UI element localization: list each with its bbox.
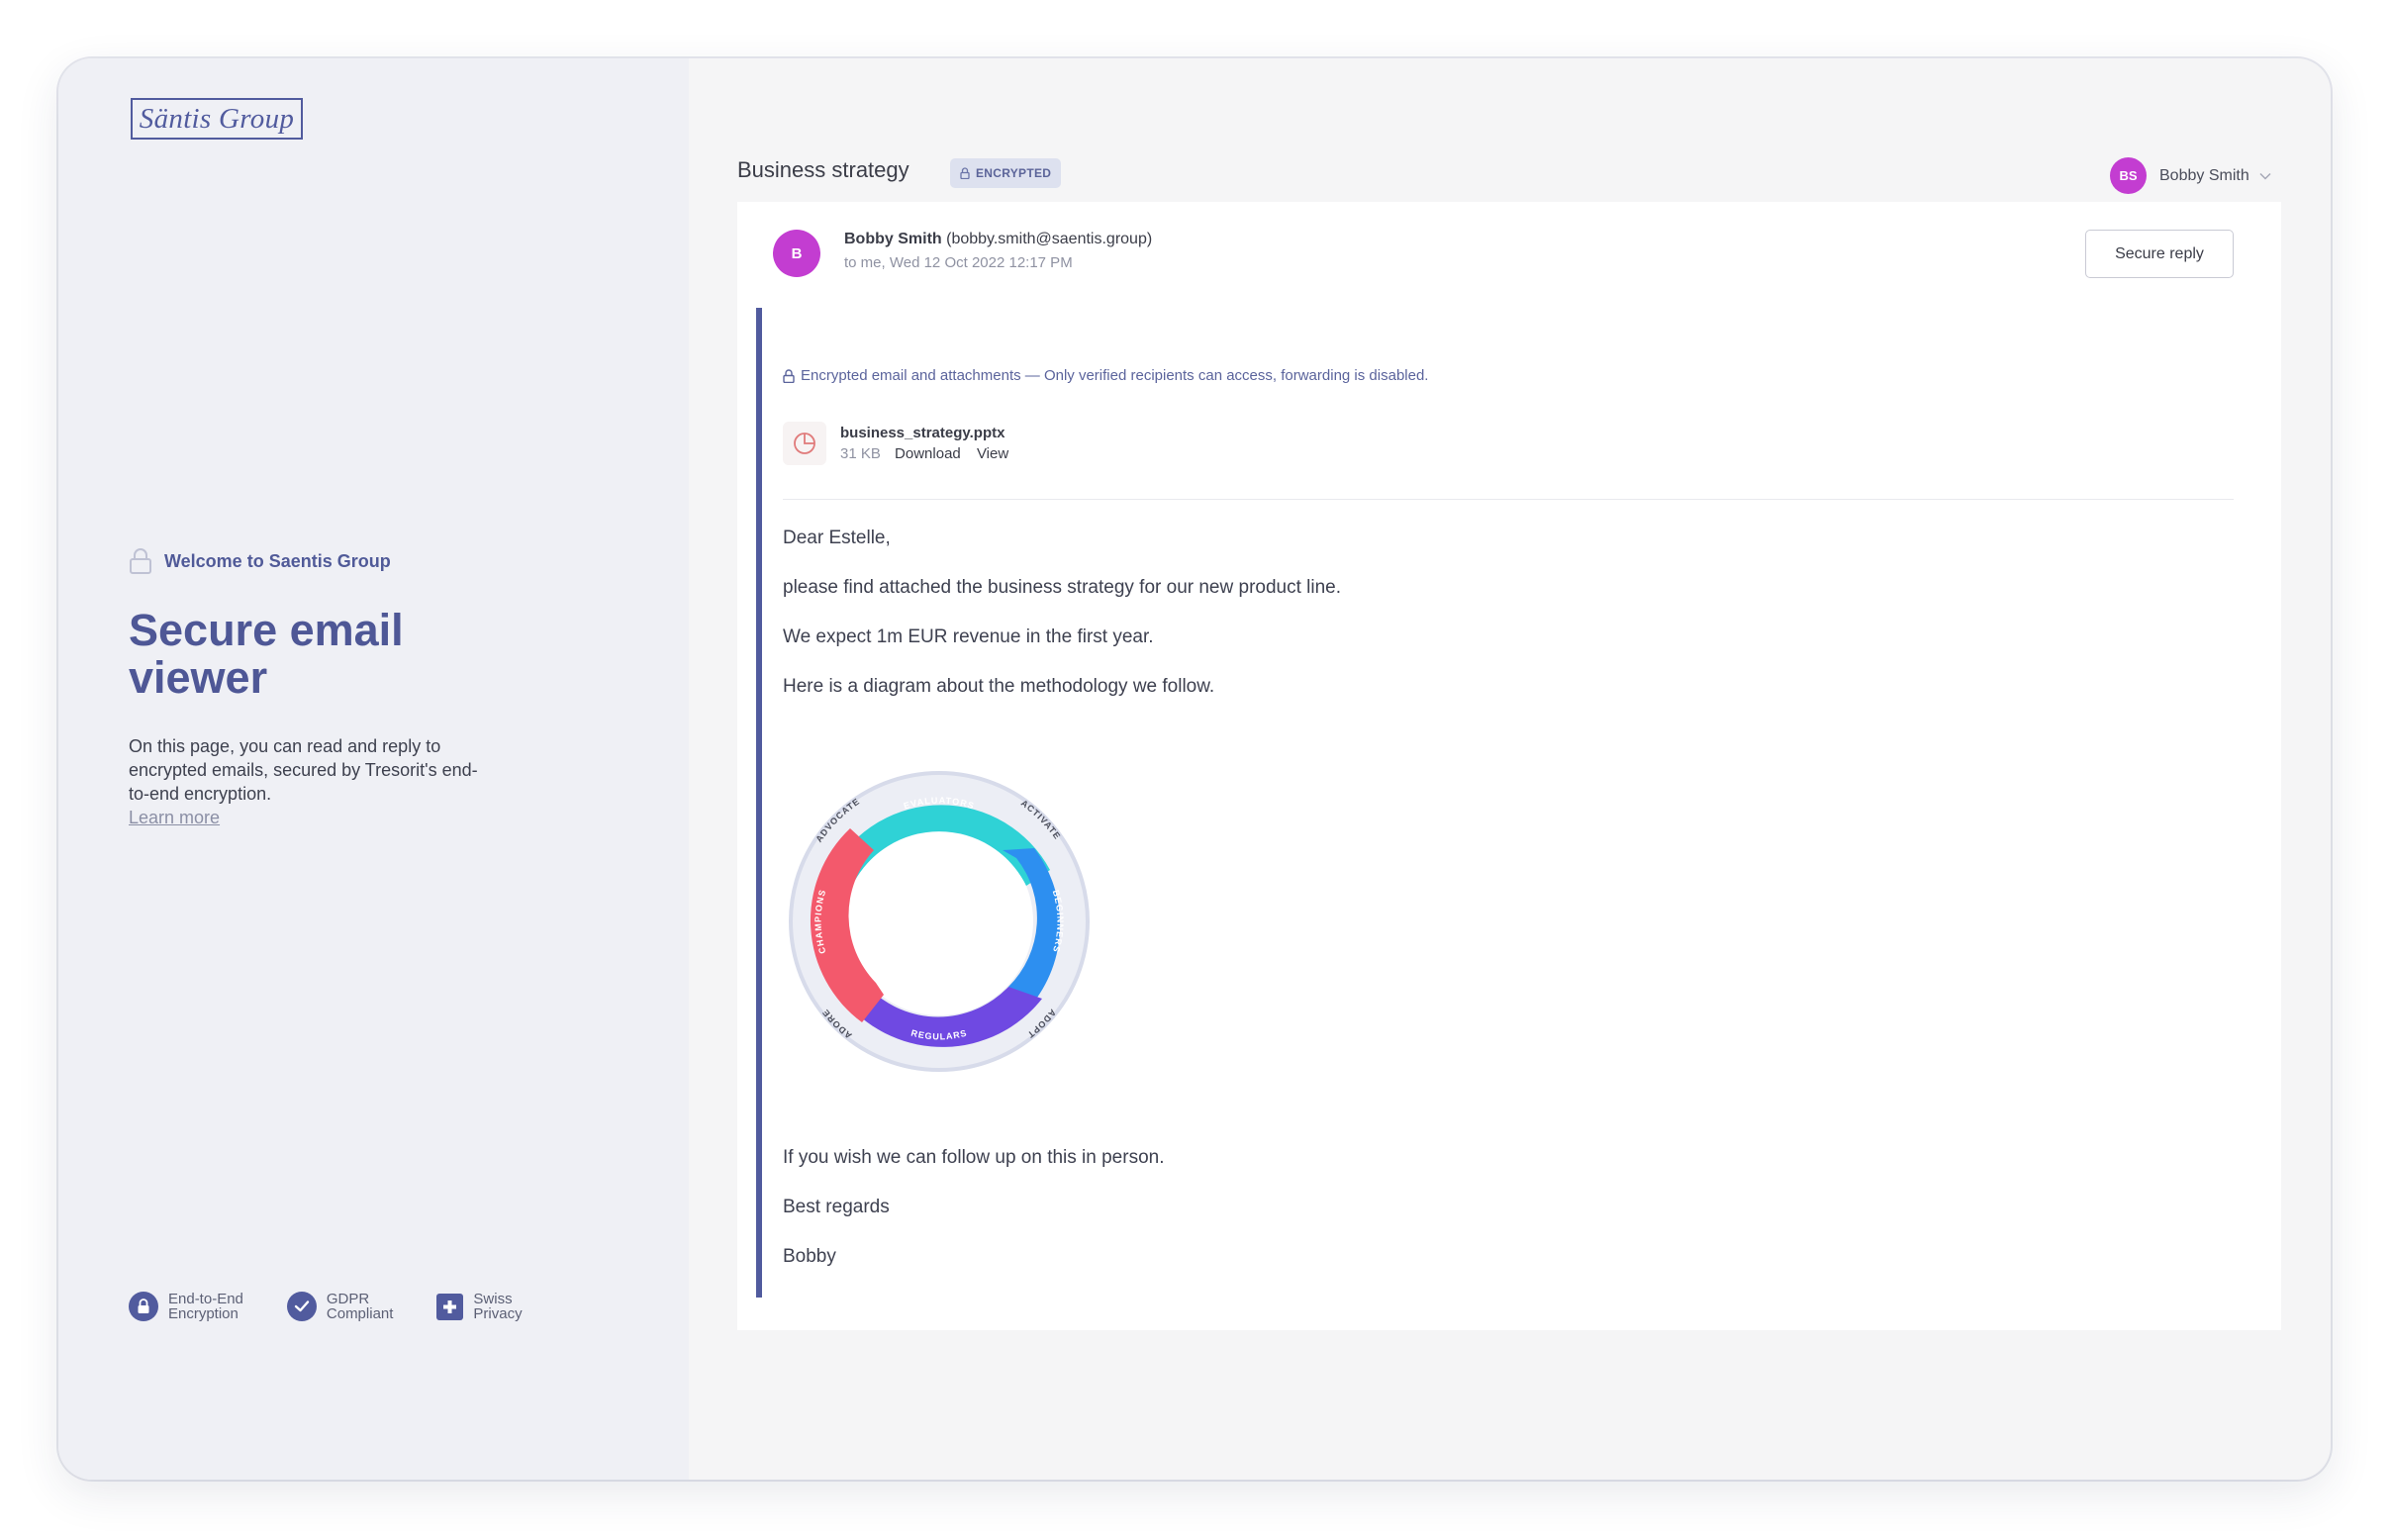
email-card: B Bobby Smith (bobby.smith@saentis.group… — [737, 202, 2281, 1330]
sender-line: Bobby Smith (bobby.smith@saentis.group) — [844, 231, 1152, 248]
sender-avatar: B — [773, 230, 820, 277]
chevron-down-icon — [2259, 172, 2271, 180]
body-signoff: Best regards — [783, 1197, 890, 1217]
file-info: business_strategy.pptx 31 KB Download Vi… — [840, 425, 1020, 462]
badge-swiss: Swiss Privacy — [436, 1291, 523, 1322]
sender-email: (bobby.smith@saentis.group) — [946, 231, 1153, 247]
secure-reply-button[interactable]: Secure reply — [2085, 230, 2234, 278]
page-title: Secure email viewer — [129, 605, 404, 703]
learn-more-link[interactable]: Learn more — [129, 806, 495, 829]
sender-name: Bobby Smith — [844, 231, 942, 247]
encrypted-badge: ENCRYPTED — [950, 158, 1062, 188]
badge-encryption: End-to-End Encryption — [129, 1292, 243, 1321]
email-subject: Business strategy — [737, 157, 909, 182]
file-size: 31 KB — [840, 445, 881, 462]
file-name: business_strategy.pptx — [840, 425, 1005, 441]
badge-label: GDPR Compliant — [326, 1291, 394, 1322]
avatar: BS — [2110, 157, 2147, 194]
methodology-diagram: EVALUATORS BEGINNERS REGULARS CHAMPIONS … — [789, 771, 1090, 1072]
company-logo: Säntis Group — [131, 98, 303, 140]
lock-icon — [960, 167, 970, 179]
padlock-icon — [130, 548, 151, 574]
file-actions: 31 KB Download View — [840, 445, 1020, 462]
body-signature: Bobby — [783, 1246, 836, 1267]
body-paragraph: We expect 1m EUR revenue in the first ye… — [783, 626, 1154, 647]
badge-label: End-to-End Encryption — [168, 1291, 243, 1322]
lock-icon — [783, 368, 795, 383]
body-paragraph: please find attached the business strate… — [783, 577, 1342, 598]
email-meta: to me, Wed 12 Oct 2022 12:17 PM — [844, 254, 1073, 271]
presentation-file-icon — [783, 422, 826, 465]
intro-description: On this page, you can read and reply to … — [129, 736, 478, 804]
encryption-notice: Encrypted email and attachments — Only v… — [783, 367, 1428, 384]
check-icon — [286, 1292, 317, 1321]
body-paragraph: If you wish we can follow up on this in … — [783, 1147, 1165, 1168]
body-greeting: Dear Estelle, — [783, 528, 891, 548]
attachment: business_strategy.pptx 31 KB Download Vi… — [783, 422, 1020, 465]
badge-gdpr: GDPR Compliant — [286, 1291, 394, 1322]
app-window: Säntis Group Welcome to Saentis Group Se… — [58, 58, 2331, 1480]
encrypted-badge-label: ENCRYPTED — [976, 166, 1052, 180]
welcome-text: Welcome to Saentis Group — [164, 550, 391, 571]
swiss-cross-icon — [436, 1293, 464, 1320]
body-paragraph: Here is a diagram about the methodology … — [783, 676, 1215, 697]
welcome-row: Welcome to Saentis Group — [129, 547, 391, 575]
intro-text: On this page, you can read and reply to … — [129, 734, 495, 829]
lock-icon — [129, 1292, 158, 1321]
quote-bar — [756, 308, 762, 1298]
download-link[interactable]: Download — [895, 445, 961, 462]
divider — [783, 499, 2234, 500]
badge-label: Swiss Privacy — [473, 1291, 523, 1322]
sidebar: Säntis Group Welcome to Saentis Group Se… — [58, 58, 689, 1480]
user-menu[interactable]: BS Bobby Smith — [2110, 157, 2271, 194]
user-name: Bobby Smith — [2159, 166, 2249, 184]
view-link[interactable]: View — [977, 445, 1008, 462]
encryption-notice-text: Encrypted email and attachments — Only v… — [801, 367, 1429, 384]
trust-badges: End-to-End Encryption GDPR Compliant Swi… — [129, 1292, 566, 1321]
